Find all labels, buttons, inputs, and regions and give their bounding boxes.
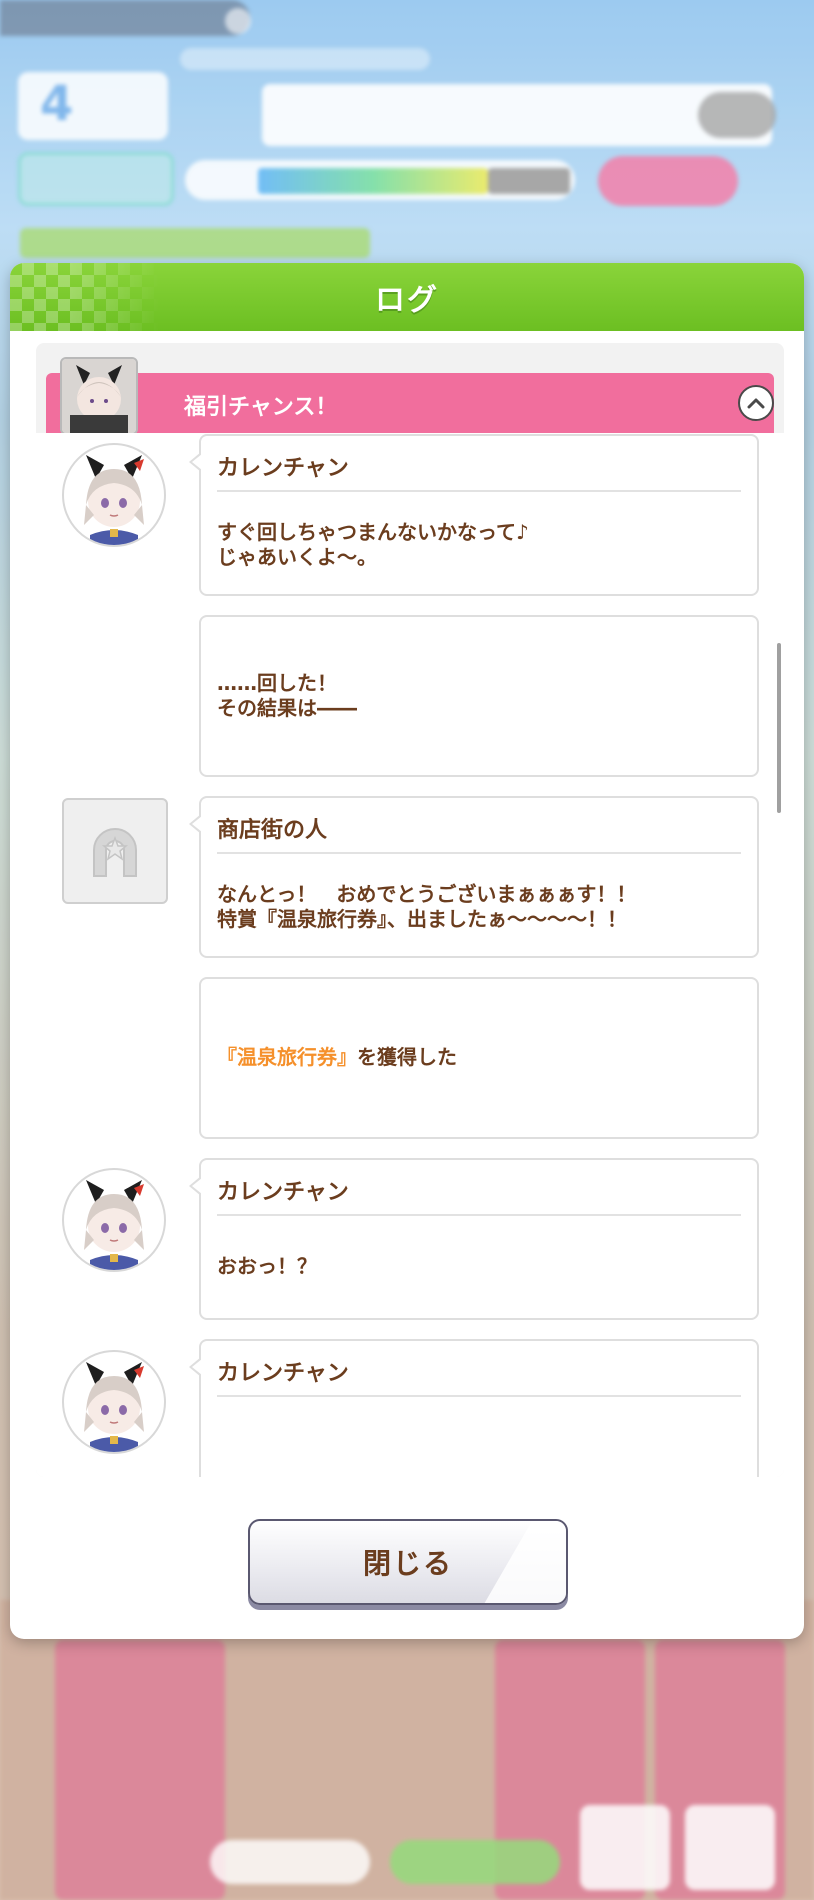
item-acquired-text: 『温泉旅行券』を獲得した bbox=[217, 1045, 457, 1070]
character-avatar[interactable] bbox=[62, 1168, 166, 1272]
dialogue-bubble: カレンチャン bbox=[189, 1339, 759, 1477]
log-scrollbar[interactable] bbox=[777, 643, 781, 813]
chevron-up-icon[interactable] bbox=[738, 385, 774, 421]
header-pattern bbox=[10, 263, 160, 331]
narration-text: ……回した！ その結果は―― bbox=[217, 671, 357, 720]
speaker-name: 商店街の人 bbox=[217, 818, 328, 843]
bubble-divider bbox=[217, 852, 741, 854]
character-avatar[interactable] bbox=[62, 1350, 166, 1454]
character-avatar[interactable] bbox=[62, 443, 166, 547]
speaker-name: カレンチャン bbox=[217, 1361, 349, 1386]
bubble-divider bbox=[217, 1395, 741, 1397]
dialogue-bubble: 商店街の人 なんとっ！ おめでとうございまぁぁぁす！！ 特賞『温泉旅行券』、出ま… bbox=[189, 796, 759, 958]
event-thumbnail bbox=[60, 357, 138, 435]
bubble-divider bbox=[217, 490, 741, 492]
close-button[interactable]: 閉じる bbox=[248, 1519, 568, 1605]
bubble-divider bbox=[217, 1214, 741, 1216]
log-scroll-area[interactable]: 福引チャンス！ カレンチャン すぐ回しちゃつまんないかなって♪ じゃあいくよ～。… bbox=[36, 343, 784, 1477]
dialogue-text: おおっ！？ bbox=[217, 1254, 317, 1278]
speaker-name: カレンチャン bbox=[217, 456, 349, 481]
item-bracket-open: 『 bbox=[217, 1045, 237, 1069]
dialogue-bubble: カレンチャン すぐ回しちゃつまんないかなって♪ じゃあいくよ～。 bbox=[189, 434, 759, 596]
dialog-header: ログ bbox=[10, 263, 804, 331]
narration-bubble: ……回した！ その結果は―― bbox=[199, 615, 759, 777]
log-dialog: ログ 福引チャンス！ カレンチャン すぐ回しちゃつまんないかなって♪ じゃあいく… bbox=[10, 263, 804, 1639]
dialogue-text: すぐ回しちゃつまんないかなって♪ じゃあいくよ～。 bbox=[217, 520, 529, 569]
speaker-name: カレンチャン bbox=[217, 1180, 349, 1205]
close-button-label: 閉じる bbox=[362, 1547, 453, 1580]
item-name: 温泉旅行券 bbox=[237, 1045, 337, 1069]
acquired-suffix: を獲得した bbox=[357, 1045, 457, 1069]
event-title: 福引チャンス！ bbox=[184, 395, 338, 420]
dialog-title: ログ bbox=[375, 283, 439, 318]
dialogue-text: なんとっ！ おめでとうございまぁぁぁす！！ 特賞『温泉旅行券』、出ましたぁ～～～… bbox=[217, 882, 637, 931]
item-bracket-close: 』 bbox=[337, 1045, 357, 1069]
dialogue-bubble: カレンチャン おおっ！？ bbox=[189, 1158, 759, 1320]
npc-avatar[interactable] bbox=[62, 798, 168, 904]
log-entries: カレンチャン すぐ回しちゃつまんないかなって♪ じゃあいくよ～。 ……回した！ … bbox=[36, 433, 784, 1477]
horseshoe-icon bbox=[93, 828, 137, 877]
narration-bubble: 『温泉旅行券』を獲得した bbox=[199, 977, 759, 1139]
event-header[interactable]: 福引チャンス！ bbox=[46, 373, 774, 433]
